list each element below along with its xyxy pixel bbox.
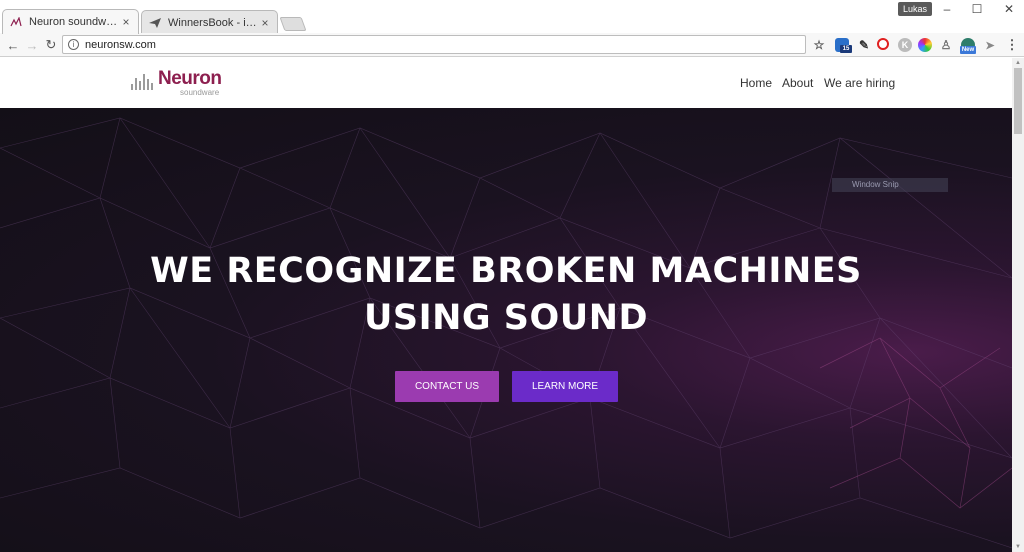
- neuron-logo[interactable]: Neuron soundware: [131, 69, 222, 97]
- back-arrow-icon[interactable]: ←: [4, 36, 22, 54]
- neuron-favicon-icon: [9, 15, 23, 29]
- address-bar[interactable]: i neuronsw.com: [62, 35, 806, 54]
- browser-toolbar: ← → ↻ i neuronsw.com ☆ 15 ✎ K ♙ New ➤ ⋮: [0, 33, 1024, 57]
- new-tab-button[interactable]: [279, 17, 307, 31]
- logo-name: Neuron: [158, 68, 222, 89]
- page-scrollbar[interactable]: ▲ ▼: [1012, 58, 1024, 552]
- learn-more-button[interactable]: LEARN MORE: [512, 371, 618, 402]
- forward-arrow-icon[interactable]: →: [23, 36, 41, 54]
- tab-title: WinnersBook - inspirace: [168, 16, 259, 29]
- nav-home[interactable]: Home: [740, 76, 772, 90]
- star-icon[interactable]: ☆: [812, 38, 826, 52]
- ext-colorwheel-icon[interactable]: [918, 38, 932, 52]
- tab-strip: Neuron soundware – We × WinnersBook - in…: [0, 9, 307, 34]
- scrollbar-thumb[interactable]: [1014, 68, 1022, 134]
- contact-us-button[interactable]: CONTACT US: [395, 371, 499, 402]
- site-header: Neuron soundware Home About We are hirin…: [0, 58, 1012, 108]
- ext-gray-k-icon[interactable]: K: [898, 38, 912, 52]
- tab-neuron[interactable]: Neuron soundware – We ×: [2, 9, 139, 34]
- scroll-down-arrow-icon[interactable]: ▼: [1012, 542, 1024, 552]
- nav-about[interactable]: About: [782, 76, 813, 90]
- profile-button[interactable]: Lukas: [898, 2, 933, 16]
- ext-send-icon[interactable]: ➤: [983, 38, 997, 52]
- nav-we-are-hiring[interactable]: We are hiring: [824, 76, 895, 90]
- logo-subtitle: soundware: [180, 88, 220, 97]
- web-page: Neuron soundware Home About We are hirin…: [0, 58, 1012, 552]
- close-tab-icon[interactable]: ×: [120, 16, 132, 28]
- reload-icon[interactable]: ↻: [42, 36, 60, 54]
- ext-eyedropper-icon[interactable]: ✎: [857, 38, 871, 52]
- hero-headline-line2: USING SOUND: [363, 298, 649, 338]
- logo-soundbars-icon: [131, 72, 155, 90]
- ext-person-icon[interactable]: ♙: [939, 38, 953, 52]
- paper-plane-favicon-icon: [148, 16, 162, 30]
- hero-section: Window Snip WE RECOGNIZE BROKEN MACHINES…: [0, 108, 1012, 552]
- maximize-icon[interactable]: ☐: [962, 0, 992, 18]
- close-tab-icon[interactable]: ×: [259, 17, 271, 29]
- hero-headline-line1: WE RECOGNIZE BROKEN MACHINES: [150, 251, 862, 291]
- ext-badge-count: 15: [840, 45, 852, 53]
- opera-icon[interactable]: [877, 38, 889, 50]
- menu-kebab-icon[interactable]: ⋮: [1005, 37, 1019, 52]
- minimize-icon[interactable]: –: [932, 0, 962, 18]
- address-text: neuronsw.com: [85, 38, 156, 51]
- tab-title: Neuron soundware – We: [29, 16, 120, 28]
- scroll-up-arrow-icon[interactable]: ▲: [1012, 58, 1024, 68]
- close-window-icon[interactable]: ✕: [994, 0, 1024, 18]
- tab-winnersbook[interactable]: WinnersBook - inspirace ×: [141, 10, 278, 34]
- browser-titlebar: Neuron soundware – We × WinnersBook - in…: [0, 0, 1024, 34]
- info-icon[interactable]: i: [68, 39, 79, 50]
- ext-new-badge: New: [960, 46, 976, 54]
- window-snip-overlay: Window Snip: [832, 178, 948, 192]
